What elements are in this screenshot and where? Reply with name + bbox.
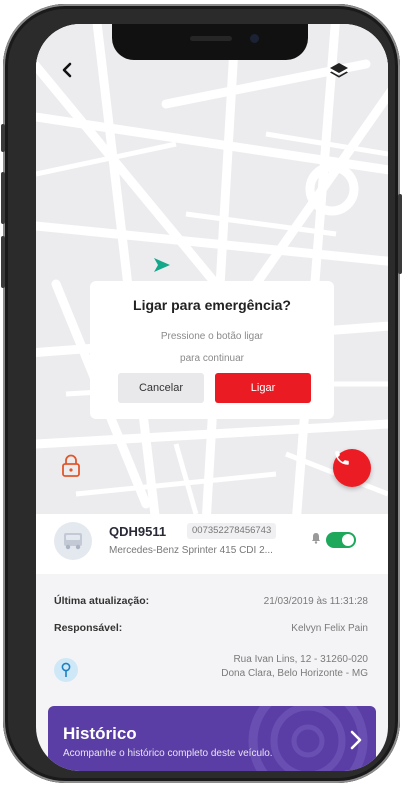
call-button[interactable]: Ligar: [215, 373, 311, 403]
van-icon: [64, 533, 82, 550]
chevron-left-icon: [62, 62, 72, 78]
last-update-value: 21/03/2019 às 11:31:28: [263, 596, 368, 607]
lock-button[interactable]: [61, 454, 85, 482]
responsible-value: Kelvyn Felix Pain: [291, 623, 368, 634]
history-title: Histórico: [63, 724, 137, 743]
last-update-label: Última atualização:: [54, 595, 150, 607]
phone-icon: [335, 451, 349, 465]
cancel-button[interactable]: Cancelar: [118, 373, 204, 403]
address-pin: [54, 658, 78, 682]
phone-frame: Ligar para emergência? Pressione o botão…: [1, 4, 402, 783]
power-button: [398, 194, 402, 274]
notch: [112, 24, 308, 60]
history-button[interactable]: Histórico Acompanhe o histórico completo…: [48, 706, 376, 771]
vehicle-model: Mercedes-Benz Sprinter 415 CDI 2...: [109, 545, 273, 556]
map-streets: [36, 24, 388, 514]
vehicle-avatar: [54, 522, 92, 560]
volume-down-button: [1, 236, 5, 288]
layers-icon: [330, 63, 348, 78]
vehicle-plate: QDH9511: [109, 524, 167, 539]
emergency-call-dialog: Ligar para emergência? Pressione o botão…: [90, 281, 334, 419]
chevron-right-icon: [350, 730, 362, 750]
dialog-title: Ligar para emergência?: [133, 297, 291, 313]
vehicle-address: Rua Ivan Lins, 12 - 31260-020 Dona Clara…: [221, 653, 368, 681]
bell-icon: [312, 533, 320, 544]
tracker-id-badge: 007352278456743: [187, 523, 277, 539]
emergency-phone-button[interactable]: [333, 449, 371, 487]
mute-switch: [1, 124, 5, 152]
dialog-message-line2: para continuar: [180, 353, 244, 364]
back-button[interactable]: [60, 62, 90, 92]
address-line1: Rua Ivan Lins, 12 - 31260-020: [233, 654, 368, 665]
notifications-toggle[interactable]: [326, 532, 356, 548]
dialog-message: Pressione o botão ligar para continuar: [90, 326, 334, 370]
vehicle-card[interactable]: QDH9511 007352278456743 Mercedes-Benz Sp…: [36, 514, 388, 574]
address-line2: Dona Clara, Belo Horizonte - MG: [221, 668, 368, 679]
map-view[interactable]: Ligar para emergência? Pressione o botão…: [36, 24, 388, 514]
toggle-knob: [342, 534, 354, 546]
dialog-message-line1: Pressione o botão ligar: [160, 331, 264, 342]
volume-up-button: [1, 172, 5, 224]
history-subtitle: Acompanhe o histórico completo deste veí…: [63, 748, 273, 759]
responsible-label: Responsável:: [54, 622, 123, 634]
navigation-arrow-icon: [154, 258, 170, 272]
map-pin-icon: [61, 662, 71, 677]
lock-icon: [62, 454, 80, 477]
app-screen: Ligar para emergência? Pressione o botão…: [36, 24, 388, 771]
vehicle-details: Última atualização: 21/03/2019 às 11:31:…: [36, 574, 388, 701]
layers-button[interactable]: [329, 62, 359, 92]
